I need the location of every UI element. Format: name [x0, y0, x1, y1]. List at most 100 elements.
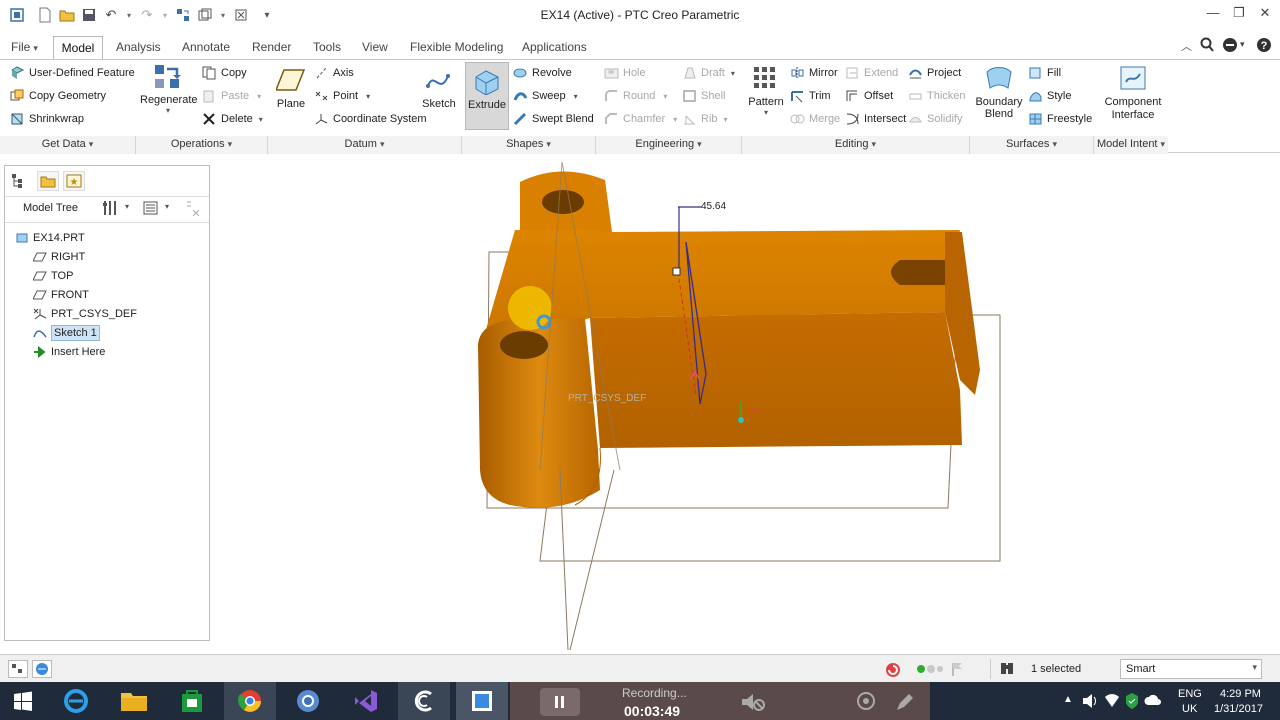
model-tree-tab-icon[interactable] [11, 173, 25, 192]
volume-icon[interactable] [1082, 693, 1098, 712]
chrome-icon[interactable] [224, 682, 276, 720]
offset-button[interactable]: Offset [845, 87, 893, 105]
network-icon[interactable] [1104, 693, 1120, 712]
project-button[interactable]: Project [908, 64, 961, 82]
tab-annotate[interactable]: Annotate [176, 36, 236, 60]
tree-item-right[interactable]: RIGHT [32, 248, 85, 266]
tree-item-sketch1[interactable]: Sketch 1 [33, 324, 100, 342]
graphics-window[interactable]: 45.64 PRT_CSYS_DEF [212, 155, 1280, 652]
paste-dropdown-icon[interactable]: ▾ [257, 92, 261, 101]
group-engineering[interactable]: Engineering [596, 136, 742, 154]
tab-applications[interactable]: Applications [516, 36, 593, 60]
community-dropdown-icon[interactable]: ▾ [1240, 39, 1245, 50]
copy-button[interactable]: Copy [202, 64, 247, 82]
minimize-ribbon-icon[interactable]: ︿ [1181, 38, 1192, 54]
extrude-button[interactable]: Extrude [465, 62, 509, 130]
input-language[interactable]: ENG [1178, 688, 1202, 700]
tab-tools[interactable]: Tools [307, 36, 347, 60]
boundary-blend-button[interactable]: Boundary Blend [974, 64, 1024, 120]
point-dropdown-icon[interactable]: ▾ [366, 92, 370, 101]
plane-button[interactable]: Plane [272, 66, 310, 110]
tab-analysis[interactable]: Analysis [110, 36, 167, 60]
sketch-button[interactable]: Sketch [420, 66, 458, 110]
freestyle-button[interactable]: Freestyle [1028, 110, 1092, 128]
trim-button[interactable]: Trim [790, 87, 831, 105]
component-interface-button[interactable]: Component Interface [1100, 64, 1166, 122]
tree-item-front[interactable]: FRONT [32, 286, 89, 304]
paste-button[interactable]: Paste ▾ [202, 87, 261, 105]
search-icon[interactable] [1200, 37, 1214, 56]
find-icon[interactable] [990, 659, 1018, 679]
regenerate-dropdown-icon[interactable]: ▾ [140, 106, 196, 115]
onedrive-icon[interactable] [1144, 693, 1162, 710]
clock-time[interactable]: 4:29 PM [1220, 688, 1261, 700]
visual-studio-icon[interactable] [340, 682, 392, 720]
dimension-label[interactable]: 45.64 [701, 201, 726, 212]
creo-taskbar-icon[interactable] [398, 682, 450, 720]
file-explorer-icon[interactable] [108, 682, 160, 720]
sweep-button[interactable]: Sweep ▾ [513, 87, 578, 105]
draft-button[interactable]: Draft ▾ [682, 64, 735, 82]
swept-blend-button[interactable]: Swept Blend [513, 110, 594, 128]
rib-dropdown-icon[interactable]: ▾ [724, 115, 728, 124]
show-dropdown-icon[interactable]: ▾ [165, 202, 169, 211]
group-shapes[interactable]: Shapes [462, 136, 596, 154]
pattern-button[interactable]: Pattern ▾ [746, 64, 786, 117]
pause-recording-button[interactable] [540, 688, 580, 716]
shell-button[interactable]: Shell [682, 87, 725, 105]
tree-item-insert-here[interactable]: Insert Here [33, 343, 105, 361]
toggle-browser-icon[interactable] [32, 660, 52, 678]
round-button[interactable]: Round ▾ [604, 87, 667, 105]
group-datum[interactable]: Datum [268, 136, 462, 154]
point-button[interactable]: Point ▾ [314, 87, 370, 105]
delete-dropdown-icon[interactable]: ▾ [259, 115, 263, 124]
tree-item-csys[interactable]: PRT_CSYS_DEF [33, 305, 137, 323]
tab-render[interactable]: Render [246, 36, 297, 60]
user-defined-feature-button[interactable]: User-Defined Feature [10, 64, 135, 82]
hole-button[interactable]: Hole [604, 64, 646, 82]
chrome-second-icon[interactable] [282, 682, 334, 720]
input-region[interactable]: UK [1182, 703, 1197, 715]
draft-dropdown-icon[interactable]: ▾ [731, 69, 735, 78]
group-editing[interactable]: Editing [742, 136, 970, 154]
group-surfaces[interactable]: Surfaces [970, 136, 1094, 154]
creo-window-icon[interactable] [456, 682, 508, 720]
chamfer-dropdown-icon[interactable]: ▾ [673, 115, 677, 124]
round-dropdown-icon[interactable]: ▾ [663, 92, 667, 101]
style-button[interactable]: Style [1028, 87, 1071, 105]
close-button[interactable]: ✕ [1254, 5, 1276, 25]
tab-model[interactable]: Model [53, 36, 103, 60]
regenerate-button[interactable]: Regenerate ▾ [140, 62, 198, 115]
show-icon[interactable] [143, 200, 159, 219]
internet-explorer-icon[interactable] [50, 682, 102, 720]
shrinkwrap-button[interactable]: Shrinkwrap [10, 110, 84, 128]
extend-button[interactable]: Extend [845, 64, 898, 82]
toggle-navigator-icon[interactable] [8, 660, 28, 678]
axis-button[interactable]: Axis [314, 64, 354, 82]
model-3d-view[interactable] [212, 155, 1280, 652]
clock-date[interactable]: 1/31/2017 [1214, 703, 1263, 715]
draw-icon[interactable] [894, 691, 916, 716]
tree-item-root[interactable]: EX14.PRT [15, 229, 85, 247]
coordinate-system-button[interactable]: Coordinate System [314, 110, 427, 128]
sweep-dropdown-icon[interactable]: ▾ [574, 92, 578, 101]
restore-button[interactable]: ❐ [1228, 5, 1250, 25]
store-icon[interactable] [166, 682, 218, 720]
rib-button[interactable]: Rib ▾ [682, 110, 728, 128]
pattern-dropdown-icon[interactable]: ▾ [746, 108, 786, 117]
security-icon[interactable] [1124, 692, 1140, 713]
tab-file[interactable]: File [5, 36, 44, 60]
merge-button[interactable]: Merge [790, 110, 840, 128]
fill-button[interactable]: Fill [1028, 64, 1061, 82]
favorites-tab-icon[interactable]: ★ [63, 171, 85, 191]
folder-browser-tab-icon[interactable] [37, 171, 59, 191]
group-operations[interactable]: Operations [136, 136, 268, 154]
group-get-data[interactable]: Get Data [0, 136, 136, 154]
tab-view[interactable]: View [356, 36, 394, 60]
tab-flexible-modeling[interactable]: Flexible Modeling [404, 36, 509, 60]
mute-icon[interactable] [740, 692, 766, 715]
delete-button[interactable]: Delete ▾ [202, 110, 263, 128]
thicken-button[interactable]: Thicken [908, 87, 966, 105]
group-model-intent[interactable]: Model Intent [1094, 136, 1168, 154]
tray-overflow-icon[interactable]: ▲ [1063, 694, 1073, 705]
